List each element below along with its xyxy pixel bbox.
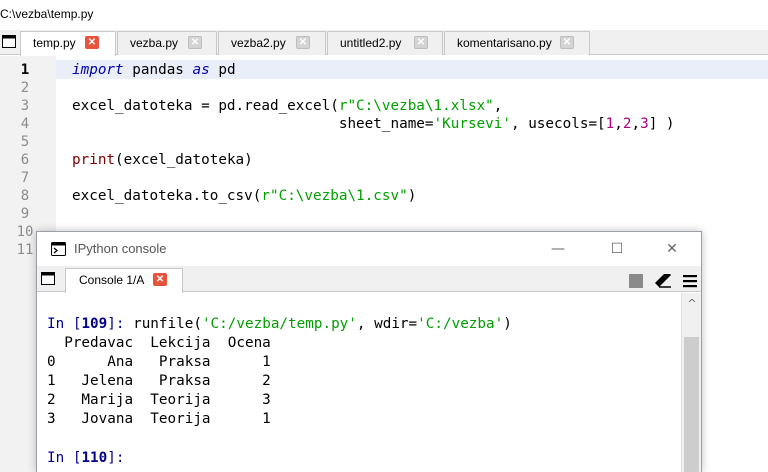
dataframe-row: 1 Jelena Praksa 2 xyxy=(47,373,271,389)
code-text: pd xyxy=(209,62,236,78)
close-icon[interactable]: ✕ xyxy=(188,36,202,49)
console-tabbar: Console 1/A ✕ xyxy=(37,266,701,293)
input-prompt: In [109]: xyxy=(47,316,124,332)
prompt-number: 110 xyxy=(81,450,108,466)
line-number: 7 xyxy=(20,170,30,186)
line-number: 5 xyxy=(20,134,30,150)
maximize-button[interactable]: ☐ xyxy=(602,238,632,260)
tab-komentarisano-py[interactable]: komentarisano.py ✕ xyxy=(444,31,590,55)
console-input-line[interactable]: In [110]: xyxy=(47,449,124,467)
hamburger-icon[interactable] xyxy=(683,274,697,288)
code-line-3: excel_datoteka = pd.read_excel(r"C:\vezb… xyxy=(72,97,502,115)
tab-untitled2-py[interactable]: untitled2.py ✕ xyxy=(327,31,443,55)
string-literal: r"C:\vezba\1.xlsx" xyxy=(338,98,494,114)
close-icon[interactable]: ✕ xyxy=(414,36,428,49)
close-icon[interactable]: ✕ xyxy=(153,273,167,286)
console-tab-label: Console 1/A xyxy=(79,273,145,287)
code-line-6: print(excel_datoteka) xyxy=(72,151,253,169)
code-text: pandas xyxy=(123,62,193,78)
line-number: 1 xyxy=(20,62,30,78)
dataframe-row: 0 Ana Praksa 1 xyxy=(47,354,271,370)
tab-temp-py[interactable]: temp.py ✕ xyxy=(20,31,116,56)
tab-label: vezba.py xyxy=(130,36,179,50)
prompt-label: In [ xyxy=(47,450,82,466)
code-text: runfile( xyxy=(124,316,202,332)
scrollbar-thumb[interactable] xyxy=(684,337,699,472)
code-text: excel_datoteka.to_csv( xyxy=(72,188,262,204)
file-path-bar: C:\vezba\temp.py xyxy=(0,0,768,28)
code-text: , xyxy=(493,98,503,114)
close-icon[interactable]: ✕ xyxy=(85,36,99,49)
dataframe-row: 3 Jovana Teorija 1 xyxy=(47,411,271,427)
prompt-close: ]: xyxy=(107,316,125,332)
line-number: 9 xyxy=(20,206,30,222)
code-text: sheet_name= xyxy=(72,116,434,132)
code-text: , xyxy=(631,116,641,132)
tab-label: vezba2.py xyxy=(231,36,286,50)
prompt-number: 109 xyxy=(81,316,108,332)
editor-tabbar: temp.py ✕ vezba.py ✕ vezba2.py ✕ untitle… xyxy=(0,30,768,56)
console-scrollbar[interactable]: ^ xyxy=(681,293,701,472)
code-text: ) xyxy=(407,188,417,204)
code-text: excel_datoteka = pd.read_excel( xyxy=(72,98,339,114)
tab-vezba2-py[interactable]: vezba2.py ✕ xyxy=(218,31,326,55)
scroll-up-icon[interactable]: ^ xyxy=(682,297,702,310)
string-literal: 'C:/vezba/temp.py' xyxy=(201,316,357,332)
tab-label: untitled2.py xyxy=(340,36,402,50)
line-number: 4 xyxy=(20,116,30,132)
prompt-close: ]: xyxy=(107,450,125,466)
code-line-1: import pandas as pd xyxy=(72,61,236,79)
code-text: , wdir= xyxy=(356,316,418,332)
dataframe-header: Predavac Lekcija Ocena xyxy=(47,335,271,351)
code-text: ] ) xyxy=(648,116,675,132)
line-number: 6 xyxy=(20,152,30,168)
ipython-console-window[interactable]: IPython console — ☐ ✕ Console 1/A ✕ In [… xyxy=(36,231,702,472)
terminal-icon xyxy=(51,242,66,256)
input-prompt: In [110]: xyxy=(47,450,124,466)
tab-list-icon[interactable] xyxy=(2,35,16,48)
code-line-8: excel_datoteka.to_csv(r"C:\vezba\1.csv") xyxy=(72,187,416,205)
tab-label: temp.py xyxy=(33,36,76,50)
console-tab[interactable]: Console 1/A ✕ xyxy=(65,268,183,293)
close-button[interactable]: ✕ xyxy=(657,238,687,260)
number-literal: 3 xyxy=(640,116,649,132)
line-number: 2 xyxy=(20,80,30,96)
code-text: ) xyxy=(503,316,512,332)
code-text: , xyxy=(614,116,623,132)
code-line-4: sheet_name='Kursevi', usecols=[1,2,3] ) xyxy=(72,115,675,133)
string-literal: 'Kursevi' xyxy=(433,116,511,132)
tab-vezba-py[interactable]: vezba.py ✕ xyxy=(117,31,217,55)
keyword-import: import xyxy=(72,62,124,78)
close-icon[interactable]: ✕ xyxy=(296,36,310,49)
stop-icon[interactable] xyxy=(628,273,643,288)
console-output[interactable]: In [109]: runfile('C:/vezba/temp.py', wd… xyxy=(37,293,683,472)
console-input-line: In [109]: runfile('C:/vezba/temp.py', wd… xyxy=(47,315,512,333)
console-toolbar xyxy=(623,270,697,288)
console-title: IPython console xyxy=(74,241,167,256)
tab-label: komentarisano.py xyxy=(457,36,552,50)
eraser-icon[interactable] xyxy=(654,273,672,288)
prompt-label: In [ xyxy=(47,316,82,332)
console-titlebar[interactable]: IPython console — ☐ ✕ xyxy=(37,232,701,266)
string-literal: 'C:/vezba' xyxy=(417,316,504,332)
line-number: 3 xyxy=(20,98,30,114)
dataframe-row: 2 Marija Teorija 3 xyxy=(47,392,271,408)
code-text: , usecols=[ xyxy=(510,116,606,132)
code-text: (excel_datoteka) xyxy=(115,152,253,168)
number-literal: 2 xyxy=(622,116,632,132)
number-literal: 1 xyxy=(605,116,615,132)
builtin-print: print xyxy=(72,152,116,168)
close-icon[interactable]: ✕ xyxy=(560,36,574,49)
tab-list-icon[interactable] xyxy=(41,272,55,285)
minimize-button[interactable]: — xyxy=(543,238,573,260)
line-number: 8 xyxy=(20,188,30,204)
keyword-as: as xyxy=(192,62,210,78)
string-literal: r"C:\vezba\1.csv" xyxy=(261,188,408,204)
